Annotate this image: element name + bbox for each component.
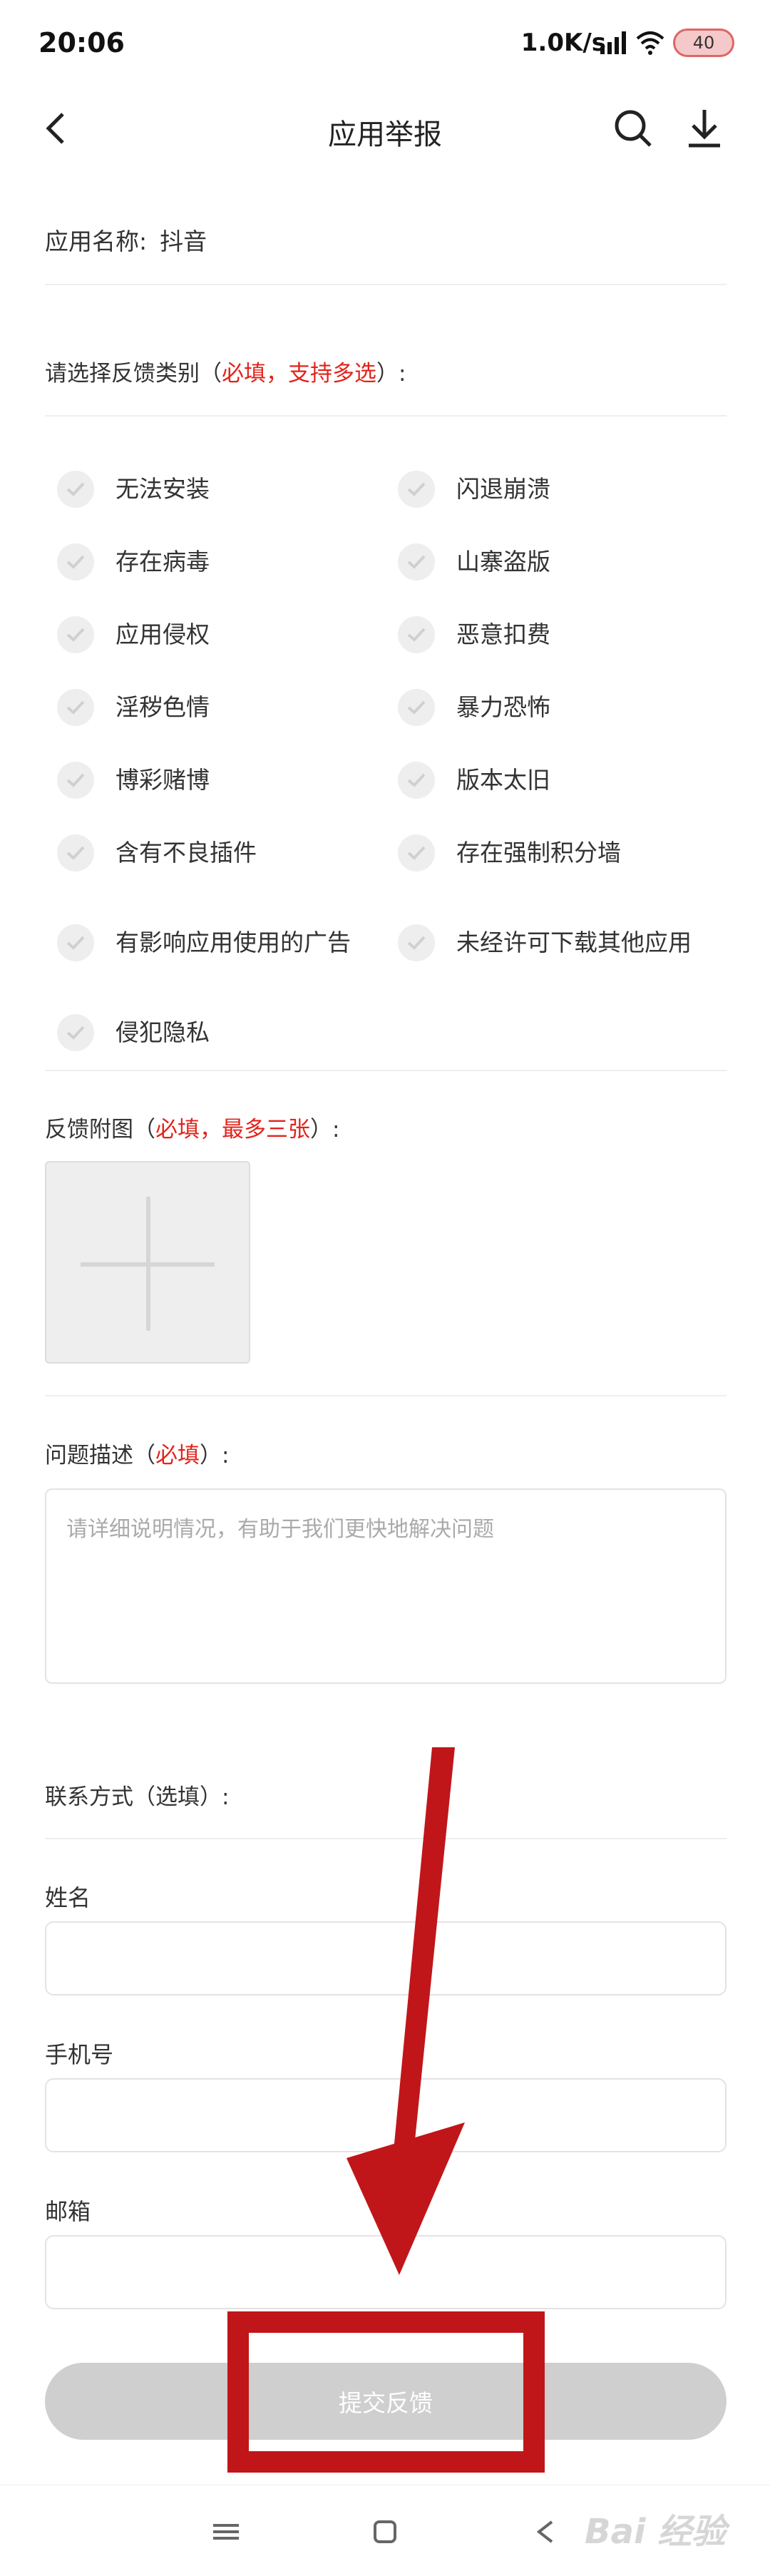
checkmark-icon [398,924,435,961]
app-name-row: 应用名称: 抖音 [45,223,207,257]
name-input[interactable] [45,1921,727,1995]
category-option[interactable]: 淫秽色情 [57,689,351,726]
category-option[interactable]: 山寨盗版 [398,543,692,581]
phone-input[interactable] [45,2078,727,2152]
checkmark-icon [57,616,94,653]
category-option[interactable]: 应用侵权 [57,616,351,653]
attachment-section-label: 反馈附图（必填，最多三张）: [45,1111,339,1143]
system-back-button[interactable] [520,2507,570,2557]
email-label: 邮箱 [45,2198,91,2225]
category-option[interactable]: 未经许可下载其他应用 [398,924,692,961]
divider [45,415,727,416]
category-option[interactable]: 有影响应用使用的广告 [57,924,351,961]
add-image-button[interactable] [45,1161,250,1364]
contact-section-label: 联系方式（选填）: [45,1784,230,1810]
checkmark-icon [398,471,435,508]
home-icon [374,2520,396,2543]
category-label: 山寨盗版 [456,548,550,576]
triangle-back-icon [536,2520,553,2543]
status-time: 20:06 [38,27,125,58]
name-label: 姓名 [45,1884,91,1911]
label-prefix: 问题描述（ [45,1443,155,1468]
app-name-value: 抖音 [160,228,207,255]
label-suffix: ）: [376,361,406,387]
checkmark-icon [57,471,94,508]
category-label: 含有不良插件 [115,839,257,867]
checkmark-icon [398,543,435,581]
category-option[interactable]: 版本太旧 [398,762,692,799]
checkmark-icon [398,616,435,653]
home-button[interactable] [360,2507,410,2557]
category-label: 淫秽色情 [115,693,210,721]
download-button[interactable] [677,101,732,155]
category-option[interactable]: 暴力恐怖 [398,689,692,726]
label-suffix: ）: [200,1443,230,1468]
checkmark-icon [57,762,94,799]
category-option[interactable]: 存在病毒 [57,543,351,581]
category-label: 未经许可下载其他应用 [456,929,692,956]
status-bar: 20:06 1.0K/s 40 [0,0,770,86]
description-section-label: 问题描述（必填）: [45,1437,229,1469]
category-label: 应用侵权 [115,620,210,648]
checkmark-icon [57,924,94,961]
description-placeholder: 请详细说明情况，有助于我们更快地解决问题 [66,1517,494,1542]
category-label: 存在强制积分墙 [456,839,621,867]
checkmark-icon [57,1014,94,1051]
menu-icon [213,2524,239,2540]
category-section-label: 请选择反馈类别（必填，支持多选）: [45,355,406,387]
plus-icon [146,1197,150,1331]
checkmark-icon [57,834,94,872]
category-label: 恶意扣费 [456,620,550,648]
category-option[interactable]: 博彩赌博 [57,762,351,799]
submit-feedback-button[interactable]: 提交反馈 [45,2363,727,2440]
description-textarea[interactable]: 请详细说明情况，有助于我们更快地解决问题 [45,1488,727,1684]
category-label: 博彩赌博 [115,766,210,794]
category-label: 无法安装 [115,475,210,503]
checkmark-icon [398,762,435,799]
category-option[interactable]: 无法安装 [57,471,351,508]
phone-label: 手机号 [45,2041,114,2068]
divider [45,1070,727,1071]
divider [45,1395,727,1396]
signal-icon [600,31,626,54]
wifi-icon [636,31,664,55]
divider [45,1838,727,1839]
label-prefix: 请选择反馈类别（ [45,361,222,387]
network-speed: 1.0K/s [520,29,606,57]
app-name-label: 应用名称: [45,228,148,255]
search-button[interactable] [606,101,660,155]
required-hint: 必填 [155,1443,200,1468]
category-option[interactable]: 恶意扣费 [398,616,692,653]
download-icon [689,110,720,148]
checkmark-icon [398,689,435,726]
category-option[interactable]: 含有不良插件 [57,834,351,872]
category-label: 暴力恐怖 [456,693,550,721]
divider [45,284,727,285]
category-option[interactable]: 闪退崩溃 [398,471,692,508]
category-option[interactable]: 存在强制积分墙 [398,834,692,872]
status-icons: 40 [599,27,734,58]
category-label: 版本太旧 [456,766,550,794]
search-icon [615,110,652,147]
top-nav: 应用举报 [0,86,770,171]
email-input[interactable] [45,2235,727,2309]
watermark: Bai 经验 [585,2512,727,2552]
category-label: 侵犯隐私 [115,1018,210,1046]
required-hint: 必填，支持多选 [222,361,376,387]
category-label: 闪退崩溃 [456,475,550,503]
category-option[interactable]: 侵犯隐私 [57,1014,351,1051]
submit-label: 提交反馈 [339,2389,433,2417]
checkmark-icon [57,689,94,726]
battery-icon: 40 [673,29,734,57]
checkmark-icon [398,834,435,872]
checkmark-icon [57,543,94,581]
menu-button[interactable] [201,2507,251,2557]
required-hint: 必填，最多三张 [155,1117,310,1143]
category-label: 存在病毒 [115,548,210,576]
battery-level: 40 [692,33,715,53]
label-prefix: 反馈附图（ [45,1117,155,1143]
label-suffix: ）: [310,1117,340,1143]
category-label: 有影响应用使用的广告 [115,929,351,956]
